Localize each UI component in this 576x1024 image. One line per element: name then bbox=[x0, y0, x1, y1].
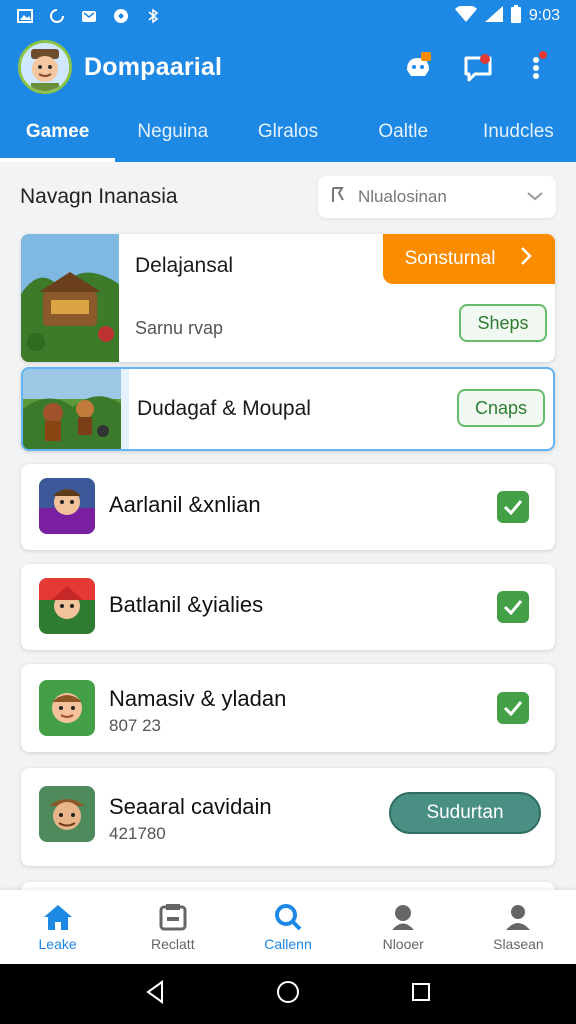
checkmark-icon[interactable] bbox=[497, 491, 529, 523]
back-icon[interactable] bbox=[144, 979, 166, 1009]
main-content: Navagn Inanasia Nlualosinan Delajansal S… bbox=[0, 162, 576, 890]
nav-item-profile[interactable]: Slasean bbox=[461, 890, 576, 964]
nav-item-inbox[interactable]: Reclatt bbox=[115, 890, 230, 964]
list-title: Aarlanil &xnlian bbox=[109, 492, 261, 517]
nav-label: Reclatt bbox=[151, 936, 195, 952]
sync-icon bbox=[48, 7, 66, 25]
game-icon bbox=[39, 786, 95, 842]
tab-oaltle[interactable]: Oaltle bbox=[346, 102, 461, 162]
game-thumbnail bbox=[23, 369, 121, 449]
bottom-nav: Leake Reclatt Callenn Nlooer Slasean bbox=[0, 890, 576, 964]
list-item-partial[interactable] bbox=[21, 882, 555, 890]
list-subtitle: 421780 bbox=[109, 824, 166, 843]
inbox-icon bbox=[156, 902, 190, 932]
chat-alert-icon[interactable] bbox=[458, 47, 498, 87]
tab-neguina[interactable]: Neguina bbox=[115, 102, 230, 162]
list-item[interactable]: Batlanil &yialies bbox=[21, 564, 555, 650]
nav-label: Nlooer bbox=[382, 936, 424, 952]
avatar[interactable] bbox=[18, 40, 72, 94]
checkmark-icon[interactable] bbox=[497, 591, 529, 623]
list-item[interactable]: Aarlanil &xnlian bbox=[21, 464, 555, 550]
tab-glralos[interactable]: Glralos bbox=[230, 102, 345, 162]
signal-icon bbox=[484, 5, 503, 27]
bluetooth-icon bbox=[144, 7, 162, 25]
search-icon bbox=[271, 902, 305, 932]
selection-accent bbox=[121, 369, 129, 449]
card-title: Delajansal bbox=[135, 254, 234, 277]
primary-action-button[interactable]: Sonsturnal bbox=[383, 234, 555, 284]
clock: 9:03 bbox=[528, 7, 560, 24]
game-icon bbox=[39, 680, 95, 736]
chat-icon bbox=[112, 7, 130, 25]
list-item[interactable]: Seaaral cavidain 421780 Sudurtan bbox=[21, 768, 555, 866]
featured-card[interactable]: Delajansal Sarnu rvap Sonsturnal Sheps bbox=[21, 234, 555, 362]
secondary-action-button[interactable]: Cnaps bbox=[457, 389, 545, 427]
home-button-icon[interactable] bbox=[275, 979, 301, 1010]
primary-action-label: Sonsturnal bbox=[404, 248, 496, 269]
tab-inudcles[interactable]: Inudcles bbox=[461, 102, 576, 162]
checkmark-icon[interactable] bbox=[497, 692, 529, 724]
tab-bar: Gamee Neguina Glralos Oaltle Inudcles bbox=[0, 102, 576, 162]
nav-label: Callenn bbox=[264, 936, 312, 952]
list-item[interactable]: Namasiv & yladan 807 23 bbox=[21, 664, 555, 752]
card-title: Dudagaf & Moupal bbox=[137, 397, 311, 420]
chevron-right-icon bbox=[519, 246, 533, 272]
app-bar: Dompaarial bbox=[0, 32, 576, 102]
nav-label: Slasean bbox=[493, 936, 544, 952]
profile-icon bbox=[501, 902, 535, 932]
filter-icon bbox=[330, 186, 348, 209]
list-title: Namasiv & yladan bbox=[109, 686, 287, 711]
action-button[interactable]: Sudurtan bbox=[389, 792, 541, 834]
card-subtitle: Sarnu rvap bbox=[135, 318, 224, 338]
secondary-action-button[interactable]: Sheps bbox=[459, 304, 547, 342]
section-title: Navagn Inanasia bbox=[20, 185, 178, 208]
more-vert-icon[interactable] bbox=[518, 47, 558, 87]
nav-label: Leake bbox=[38, 936, 77, 952]
nav-item-search[interactable]: Callenn bbox=[230, 890, 345, 964]
list-title: Seaaral cavidain bbox=[109, 794, 272, 819]
game-icon bbox=[39, 578, 95, 634]
list-title: Batlanil &yialies bbox=[109, 592, 264, 617]
home-icon bbox=[41, 902, 75, 932]
nav-item-people[interactable]: Nlooer bbox=[346, 890, 461, 964]
battery-icon bbox=[510, 4, 521, 28]
sort-label: Nlualosinan bbox=[358, 187, 447, 206]
chevron-down-icon bbox=[526, 187, 544, 207]
sort-dropdown[interactable]: Nlualosinan bbox=[318, 176, 556, 218]
list-subtitle: 807 23 bbox=[109, 716, 161, 735]
nav-item-home[interactable]: Leake bbox=[0, 890, 115, 964]
tab-gamee[interactable]: Gamee bbox=[0, 102, 116, 162]
wifi-icon bbox=[454, 4, 477, 27]
badge-icon[interactable] bbox=[398, 47, 438, 87]
status-bar: 9:03 bbox=[0, 0, 576, 32]
system-nav-bar bbox=[0, 964, 576, 1024]
recents-icon[interactable] bbox=[410, 981, 432, 1008]
app-title: Dompaarial bbox=[84, 52, 223, 81]
gallery-icon bbox=[16, 7, 34, 25]
game-icon bbox=[39, 478, 95, 534]
game-thumbnail bbox=[21, 234, 119, 362]
featured-card-selected[interactable]: Dudagaf & Moupal Cnaps bbox=[21, 367, 555, 451]
mail-icon bbox=[80, 7, 98, 25]
person-group-icon bbox=[386, 902, 420, 932]
